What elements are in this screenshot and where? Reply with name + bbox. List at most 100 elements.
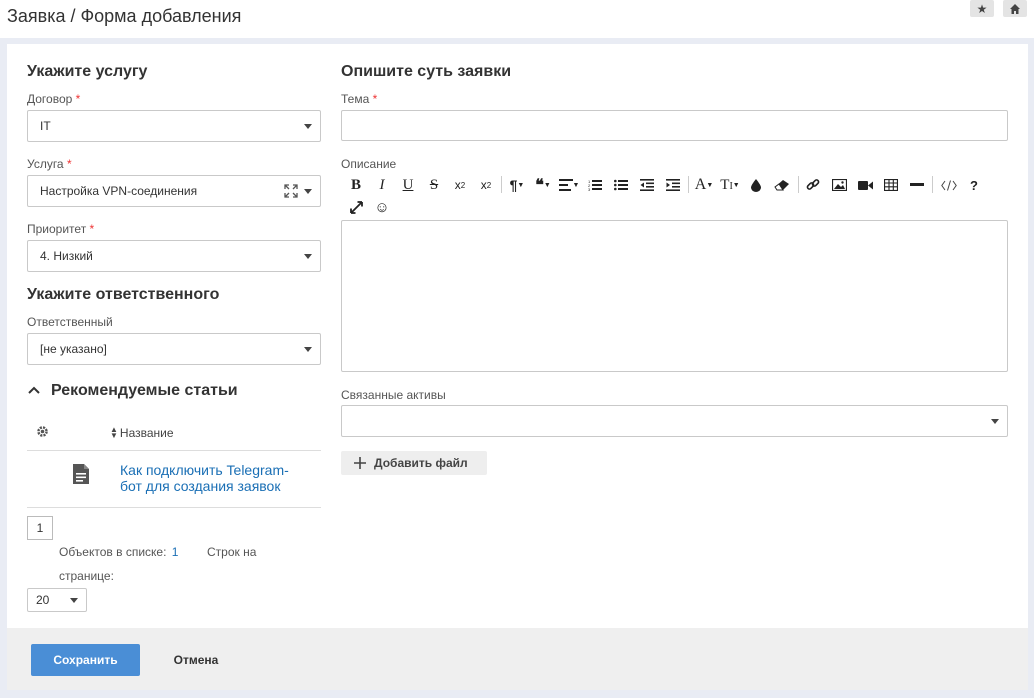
- subject-label: Тема *: [341, 92, 378, 106]
- quote-icon: ❝: [535, 177, 544, 194]
- link-icon: [806, 179, 820, 190]
- unordered-list-button[interactable]: [613, 176, 629, 194]
- chevron-down-icon: [304, 189, 312, 194]
- ordered-list-icon: 123: [588, 179, 602, 191]
- unordered-list-icon: [614, 179, 628, 191]
- horizontal-rule-icon: [910, 183, 924, 186]
- responsible-section-title: Укажите ответственного: [27, 286, 220, 303]
- contract-select[interactable]: IT: [27, 110, 321, 142]
- favorite-button[interactable]: ★: [970, 0, 994, 17]
- rows-per-page-label: Строк на: [207, 545, 257, 559]
- svg-text:3: 3: [588, 187, 591, 191]
- indent-button[interactable]: [665, 176, 681, 194]
- articles-toggle[interactable]: Рекомендуемые статьи: [27, 382, 238, 400]
- articles-title: Рекомендуемые статьи: [51, 382, 238, 399]
- help-icon: ?: [970, 177, 978, 193]
- superscript-button[interactable]: x2: [478, 176, 494, 194]
- expand-icon: [349, 200, 363, 214]
- column-header-label: Название: [119, 426, 174, 440]
- chevron-down-icon: [991, 419, 999, 424]
- align-button[interactable]: ▼: [557, 176, 581, 194]
- video-icon: [857, 180, 873, 190]
- sort-icon: ▲ ▼: [110, 425, 118, 440]
- object-count: Объектов в списке: 1: [59, 545, 179, 559]
- article-title-line: Как подключить Telegram-: [120, 462, 289, 478]
- page-number-button[interactable]: 1: [27, 516, 53, 540]
- column-header-name[interactable]: ▲ ▼ Название: [110, 425, 174, 441]
- table-icon: [884, 179, 898, 191]
- priority-label: Приоритет *: [27, 222, 95, 236]
- toolbar-separator: [798, 176, 799, 193]
- chevron-down-icon: [304, 124, 312, 129]
- image-icon: [831, 179, 847, 191]
- ordered-list-button[interactable]: 123: [587, 176, 603, 194]
- description-editor[interactable]: [341, 220, 1008, 372]
- contract-value: IT: [40, 119, 51, 133]
- cancel-button[interactable]: Отмена: [160, 644, 232, 676]
- code-icon: [941, 179, 957, 191]
- add-file-button[interactable]: Добавить файл: [341, 451, 487, 475]
- description-section-title: Опишите суть заявки: [341, 63, 512, 80]
- home-button[interactable]: [1003, 0, 1027, 17]
- priority-select[interactable]: 4. Низкий: [27, 240, 321, 272]
- table-button[interactable]: [883, 176, 899, 194]
- subscript-button[interactable]: x2: [452, 176, 468, 194]
- image-button[interactable]: [831, 176, 847, 194]
- table-divider: [27, 450, 321, 451]
- help-button[interactable]: ?: [967, 176, 981, 194]
- responsible-select[interactable]: [не указано]: [27, 333, 321, 365]
- link-button[interactable]: [805, 176, 821, 194]
- description-label: Описание: [341, 157, 397, 171]
- table-divider: [27, 507, 321, 508]
- chevron-down-icon: [304, 347, 312, 352]
- toolbar-separator: [932, 176, 933, 193]
- font-family-button[interactable]: A ▼: [693, 176, 715, 194]
- service-select[interactable]: Настройка VPN-соединения: [27, 175, 321, 207]
- page-size-value: 20: [36, 593, 50, 607]
- outdent-button[interactable]: [639, 176, 655, 194]
- paragraph-button[interactable]: ¶ ▼: [506, 176, 528, 194]
- italic-button[interactable]: I: [374, 176, 390, 194]
- expand-icon[interactable]: [284, 184, 298, 198]
- horizontal-rule-button[interactable]: [909, 176, 925, 194]
- font-size-button[interactable]: TI ▼: [718, 176, 742, 194]
- emoji-button[interactable]: ☺: [374, 198, 390, 216]
- bold-button[interactable]: B: [348, 176, 364, 194]
- strikethrough-button[interactable]: S: [426, 176, 442, 194]
- document-icon: [73, 464, 89, 484]
- align-left-icon: [558, 179, 573, 191]
- article-link[interactable]: Как подключить Telegram- бот для создани…: [120, 462, 289, 494]
- page-size-select[interactable]: 20: [27, 588, 87, 612]
- responsible-value: [не указано]: [40, 342, 107, 356]
- assets-select[interactable]: [341, 405, 1008, 437]
- contract-label: Договор *: [27, 92, 81, 106]
- article-title-line: бот для создания заявок: [120, 478, 281, 494]
- outdent-icon: [640, 179, 654, 191]
- star-icon: ★: [976, 1, 988, 16]
- add-file-label: Добавить файл: [374, 456, 468, 470]
- chevron-down-icon: [70, 598, 78, 603]
- plus-icon: [354, 457, 366, 469]
- code-view-button[interactable]: [940, 176, 958, 194]
- save-button[interactable]: Сохранить: [31, 644, 140, 676]
- quote-button[interactable]: ❝ ▼: [532, 176, 554, 194]
- clear-format-button[interactable]: [773, 176, 791, 194]
- fullscreen-button[interactable]: [348, 198, 364, 216]
- toolbar-separator: [688, 176, 689, 193]
- gear-icon[interactable]: [36, 425, 49, 438]
- video-button[interactable]: [857, 176, 873, 194]
- text-size-icon: TI: [720, 176, 733, 193]
- assets-label: Связанные активы: [341, 388, 446, 402]
- paragraph-icon: ¶: [509, 177, 518, 193]
- home-icon: [1010, 3, 1020, 14]
- underline-button[interactable]: U: [400, 176, 416, 194]
- eraser-icon: [774, 180, 789, 191]
- service-value: Настройка VPN-соединения: [40, 184, 198, 198]
- page-title: Заявка / Форма добавления: [7, 6, 242, 26]
- smile-icon: ☺: [374, 198, 390, 216]
- priority-value: 4. Низкий: [40, 249, 93, 263]
- toolbar-separator: [501, 176, 502, 193]
- subject-input[interactable]: [341, 110, 1008, 141]
- color-drop-icon: [751, 178, 761, 192]
- color-button[interactable]: [749, 176, 763, 194]
